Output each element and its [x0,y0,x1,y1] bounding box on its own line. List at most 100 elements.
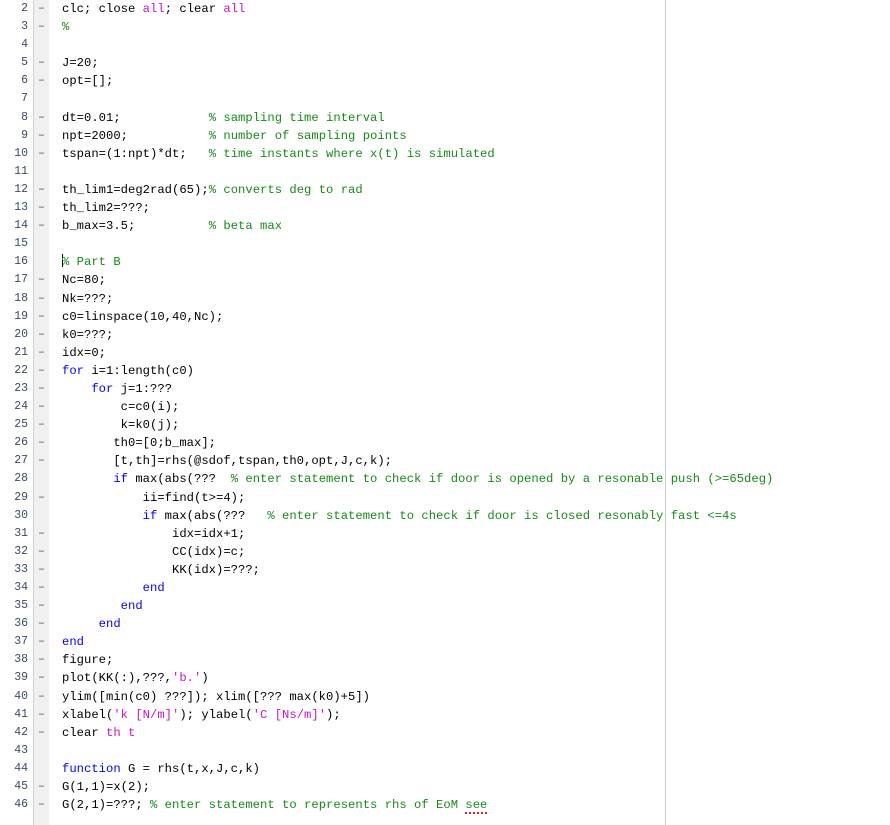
code-line[interactable]: 38– figure; [0,651,890,669]
token-plain: c0=linspace(10,40,Nc); [62,309,224,324]
executable-line-marker: – [38,454,45,468]
code-line[interactable]: 29– ii=find(t>=4); [0,489,890,507]
code-line[interactable]: 23– for j=1:??? [0,380,890,398]
token-string: 'b.' [172,671,202,686]
code-line[interactable]: 7 [0,90,890,108]
code-line[interactable]: 26– th0=[0;b_max]; [0,434,890,452]
line-number: 13 [14,201,28,215]
code-line[interactable]: 6– opt=[]; [0,72,890,90]
token-plain: ylim([min(c0) ???]); xlim([??? max(k0)+5… [62,689,371,704]
code-line[interactable]: 4 [0,36,890,54]
executable-line-marker: – [38,291,45,305]
token-plain: G = rhs(t,x,J,c,k) [120,761,261,776]
code-text: for j=1:??? [62,380,172,398]
code-line[interactable]: 35– end [0,597,890,615]
code-line[interactable]: 11 [0,163,890,181]
token-comment: % [62,20,70,35]
code-line[interactable]: 28 if max(abs(??? % enter statement to c… [0,470,890,488]
code-line[interactable]: 17– Nc=80; [0,271,890,289]
line-number: 28 [14,472,28,486]
code-line[interactable]: 46– G(2,1)=???; % enter statement to repr… [0,796,890,815]
token-string: all [223,2,246,16]
code-line[interactable]: 2– clc; close all; clear all [0,0,890,18]
token-keyword: function [62,761,121,776]
token-plain: xlabel( [62,707,114,722]
code-text: k=k0(j); [62,416,180,434]
executable-line-marker: – [38,490,45,504]
code-line[interactable]: 13– th_lim2=???; [0,199,890,217]
executable-line-marker: – [38,110,45,124]
code-text: CC(idx)=c; [62,543,245,561]
code-text: dt=0.01; % sampling time interval [62,109,385,127]
code-line[interactable]: 31– idx=idx+1; [0,525,890,543]
code-line[interactable]: 39– plot(KK(:),???,'b.') [0,669,890,687]
code-line[interactable]: 16 % Part B [0,253,890,271]
code-line[interactable]: 45– G(1,1)=x(2); [0,778,890,796]
code-text: Nk=???; [62,290,113,308]
executable-line-marker: – [38,780,45,794]
code-line[interactable]: 30 if max(abs(??? % enter statement to c… [0,507,890,525]
token-keyword: end [98,617,121,632]
code-line[interactable]: 21– idx=0; [0,344,890,362]
code-line[interactable]: 32– CC(idx)=c; [0,543,890,561]
code-text: idx=idx+1; [62,525,245,543]
line-number: 16 [14,255,28,269]
token-plain: th_lim2=???; [62,201,151,216]
line-number: 42 [14,725,28,739]
code-text: clear th t [62,724,135,742]
code-line[interactable]: 24– c=c0(i); [0,398,890,416]
code-text: end [62,633,84,651]
code-line[interactable]: 22– for i=1:length(c0) [0,362,890,380]
code-line[interactable]: 5– J=20; [0,54,890,72]
code-line[interactable]: 25– k=k0(j); [0,416,890,434]
code-line[interactable]: 42– clear th t [0,724,890,742]
code-line[interactable]: 33– KK(idx)=???; [0,561,890,579]
token-plain: idx=0; [62,345,107,360]
token-plain: th_lim1=deg2rad(65); [62,182,209,197]
token-string: 'k [N/m]' [113,707,180,722]
line-number: 22 [14,363,28,377]
token-plain: ; clear [164,2,224,16]
code-line[interactable]: 34– end [0,579,890,597]
code-line[interactable]: 41– xlabel('k [N/m]'); ylabel('C [Ns/m]')… [0,706,890,724]
line-number: 27 [14,454,28,468]
code-line[interactable]: 43 [0,742,890,760]
executable-line-marker: – [38,273,45,287]
misspelled-word: see [465,798,488,815]
executable-line-marker: – [38,671,45,685]
line-number: 35 [14,599,28,613]
token-keyword: end [142,581,165,595]
code-line[interactable]: 18– Nk=???; [0,290,890,308]
token-plain: c=c0(i); [62,400,180,415]
executable-line-marker: – [38,182,45,196]
code-line[interactable]: 19– c0=linspace(10,40,Nc); [0,308,890,326]
line-number: 37 [14,635,28,649]
code-line[interactable]: 12– th_lim1=deg2rad(65);% converts deg to… [0,181,890,199]
token-keyword: end [120,599,143,614]
code-line[interactable]: 27– [t,th]=rhs(@sdof,tspan,th0,opt,J,c,k… [0,452,890,470]
line-number: 45 [14,780,28,794]
code-line[interactable]: 40– ylim([min(c0) ???]); xlim([??? max(k0… [0,688,890,706]
matlab-code-editor[interactable]: 2– clc; close all; clear all 3–% 4 5– J=20; 6–… [0,0,890,825]
code-line[interactable]: 37– end [0,633,890,651]
code-line[interactable]: 14– b_max=3.5; % beta max [0,217,890,235]
token-plain: J=20; [62,56,99,71]
code-line[interactable]: 10– tspan=(1:npt)*dt; % time instants whe… [0,145,890,163]
code-line[interactable]: 36– end [0,615,890,633]
code-lines-container[interactable]: 2– clc; close all; clear all 3–% 4 5– J=20; 6–… [0,0,890,815]
code-line[interactable]: 3–% [0,18,890,36]
line-number: 10 [14,146,28,160]
code-line[interactable]: 15 [0,235,890,253]
code-line[interactable]: 8– dt=0.01; % sampling time interval [0,109,890,127]
code-line[interactable]: 9– npt=2000; % number of sampling points [0,127,890,145]
code-line[interactable]: 20– k0=???; [0,326,890,344]
code-text: c=c0(i); [62,398,180,416]
executable-line-marker: – [38,635,45,649]
code-line[interactable]: 44 function G = rhs(t,x,J,c,k) [0,760,890,778]
line-number: 44 [14,761,28,775]
token-plain: ii=find(t>=4); [62,490,246,505]
code-text: if max(abs(??? % enter statement to chec… [62,507,737,525]
executable-line-marker: – [38,201,45,215]
